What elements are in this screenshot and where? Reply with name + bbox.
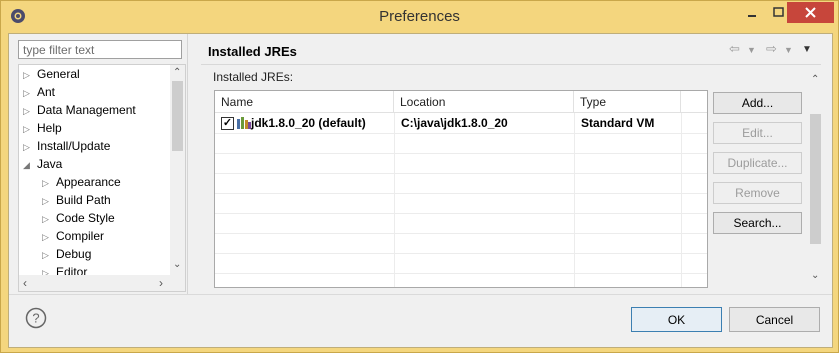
column-header-location[interactable]: Location	[394, 91, 574, 113]
column-header-name[interactable]: Name	[215, 91, 394, 113]
scroll-down-icon[interactable]: ⌄	[811, 270, 819, 281]
tree-item-label: Ant	[37, 85, 56, 99]
expand-arrow-icon[interactable]: ▷	[23, 120, 37, 138]
tree-item-build-path[interactable]: ▷ Build Path	[42, 191, 111, 209]
window-title: Preferences	[379, 8, 460, 25]
tree-item-label: Debug	[56, 247, 92, 261]
column-header-filler	[681, 91, 707, 113]
filter-input[interactable]	[18, 40, 182, 59]
forward-menu-chevron-icon[interactable]: ▼	[784, 45, 793, 55]
panel-divider[interactable]	[187, 34, 188, 294]
expand-arrow-icon[interactable]: ▷	[23, 102, 37, 120]
tree-item-label: Data Management	[37, 103, 136, 117]
row-gridline	[215, 213, 707, 214]
search-button[interactable]: Search...	[713, 212, 802, 234]
expand-arrow-icon[interactable]: ▷	[23, 138, 37, 156]
tree-item-appearance[interactable]: ▷ Appearance	[42, 173, 121, 191]
tree-item-install-update[interactable]: ▷ Install/Update	[23, 137, 110, 155]
ok-button[interactable]: OK	[631, 307, 722, 332]
expand-arrow-icon[interactable]: ▷	[42, 174, 56, 192]
page-vertical-scrollbar[interactable]: ⌃ ⌄	[808, 72, 823, 286]
back-arrow-icon[interactable]: ⇦	[729, 41, 740, 57]
expand-arrow-icon[interactable]: ▷	[42, 192, 56, 210]
scroll-up-icon[interactable]: ⌃	[811, 74, 819, 85]
row-gridline	[215, 273, 707, 274]
expand-arrow-icon[interactable]: ▷	[42, 246, 56, 264]
row-gridline	[215, 133, 707, 134]
page-scroll-thumb[interactable]	[810, 114, 821, 244]
tree-item-debug[interactable]: ▷ Debug	[42, 245, 91, 263]
remove-button[interactable]: Remove	[713, 182, 802, 204]
default-jre-checkbox[interactable]: ✓	[221, 117, 234, 130]
row-gridline	[215, 233, 707, 234]
row-gridline	[215, 193, 707, 194]
scroll-right-icon[interactable]: ›	[159, 276, 163, 290]
tree-horizontal-scrollbar[interactable]: ‹ ›	[19, 275, 185, 291]
group-label: Installed JREs:	[213, 70, 294, 84]
tree-vertical-scrollbar[interactable]: ⌃ ⌄	[170, 65, 185, 275]
minimize-icon	[748, 15, 756, 17]
add-button[interactable]: Add...	[713, 92, 802, 114]
tree-item-ant[interactable]: ▷ Ant	[23, 83, 55, 101]
tree-item-label: Compiler	[56, 229, 105, 243]
tree-item-code-style[interactable]: ▷ Code Style	[42, 209, 115, 227]
cancel-button[interactable]: Cancel	[729, 307, 820, 332]
tree-item-general[interactable]: ▷ General	[23, 65, 80, 83]
footer-separator	[9, 294, 832, 295]
expand-arrow-icon[interactable]: ▷	[23, 66, 37, 84]
close-icon	[805, 7, 816, 18]
tree-item-label: Code Style	[56, 211, 115, 225]
tree-item-label: Appearance	[56, 175, 121, 189]
tree-item-help[interactable]: ▷ Help	[23, 119, 62, 137]
tree-item-data-management[interactable]: ▷ Data Management	[23, 101, 136, 119]
tree-item-java[interactable]: ◢ Java	[23, 155, 62, 173]
tree-scroll-thumb[interactable]	[172, 81, 183, 151]
column-gridline	[574, 113, 575, 287]
header-separator	[201, 64, 821, 65]
page-title: Installed JREs	[208, 44, 297, 59]
help-icon[interactable]: ?	[25, 307, 47, 329]
edit-button[interactable]: Edit...	[713, 122, 802, 144]
tree-item-label: Build Path	[56, 193, 111, 207]
dialog-body: ▷General ▷Ant ▷Data Management ▷Help ▷In…	[8, 33, 833, 348]
view-menu-icon[interactable]: ▼	[802, 44, 812, 55]
table-row[interactable]: ✓ jdk1.8.0_20 (default) C:\java\jdk1.8.0…	[215, 113, 707, 133]
jre-table: Name Location Type ✓ jdk1.8.0_20 (defaul…	[214, 90, 708, 288]
scroll-left-icon[interactable]: ‹	[23, 276, 27, 290]
jre-library-icon	[237, 117, 251, 129]
jre-type: Standard VM	[581, 116, 655, 130]
row-gridline	[215, 153, 707, 154]
jre-location: C:\java\jdk1.8.0_20	[401, 116, 508, 130]
column-gridline	[681, 113, 682, 287]
tree-item-label: Install/Update	[37, 139, 111, 153]
tree-item-label: Help	[37, 121, 62, 135]
row-gridline	[215, 253, 707, 254]
column-header-type[interactable]: Type	[574, 91, 681, 113]
duplicate-button[interactable]: Duplicate...	[713, 152, 802, 174]
tree-item-label: General	[37, 67, 80, 81]
svg-text:?: ?	[32, 311, 39, 326]
column-gridline	[394, 113, 395, 287]
scroll-down-icon[interactable]: ⌄	[173, 259, 181, 270]
back-menu-chevron-icon[interactable]: ▼	[747, 45, 756, 55]
tree-item-label: Java	[37, 157, 63, 171]
preference-tree: ▷ General ▷ Ant ▷ Data Management ▷ Help ▷ In…	[18, 64, 186, 292]
row-gridline	[215, 173, 707, 174]
expand-arrow-icon[interactable]: ▷	[42, 228, 56, 246]
preferences-window: Preferences ▷General ▷Ant ▷Data Manageme…	[0, 0, 839, 353]
tree-item-compiler[interactable]: ▷ Compiler	[42, 227, 104, 245]
jre-name: jdk1.8.0_20 (default)	[251, 116, 366, 130]
expand-arrow-icon[interactable]: ▷	[42, 210, 56, 228]
expand-arrow-icon[interactable]: ▷	[23, 84, 37, 102]
title-bar[interactable]: Preferences	[1, 1, 838, 33]
collapse-arrow-icon[interactable]: ◢	[23, 156, 37, 174]
close-button[interactable]	[787, 2, 834, 23]
minimize-button[interactable]	[739, 1, 765, 23]
forward-arrow-icon[interactable]: ⇨	[766, 41, 777, 57]
scroll-up-icon[interactable]: ⌃	[173, 67, 181, 78]
